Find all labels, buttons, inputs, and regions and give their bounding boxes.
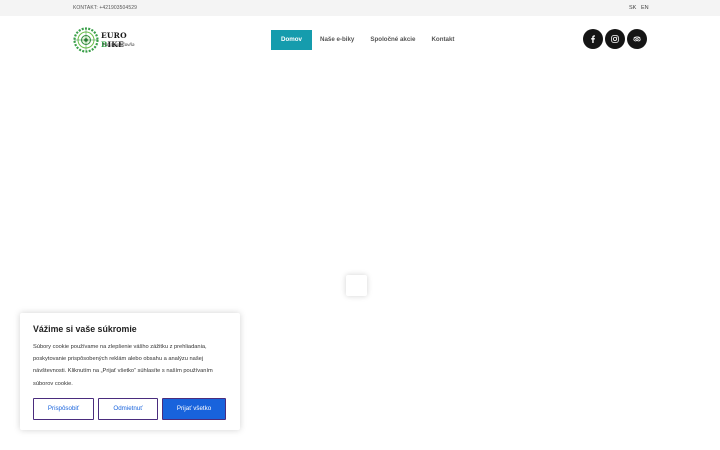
cookie-consent-dialog: Vážime si vaše súkromie Súbory cookie po… [20, 313, 240, 430]
tripadvisor-link[interactable] [627, 29, 647, 49]
nav-item-domov[interactable]: Domov [271, 30, 312, 50]
site-logo[interactable]: EURO BIKE Tvoja požičovňa [73, 27, 148, 53]
tripadvisor-icon [633, 36, 641, 42]
accept-all-button[interactable]: Prijať všetko [162, 398, 226, 420]
facebook-icon [591, 35, 595, 43]
logo-tagline: Tvoja požičovňa [102, 41, 135, 47]
facebook-link[interactable] [583, 29, 603, 49]
language-en[interactable]: EN [641, 5, 649, 11]
nav-item-kontakt[interactable]: Kontakt [423, 30, 462, 50]
reject-button[interactable]: Odmietnuť [98, 398, 158, 420]
nav-item-spolocne-akcie[interactable]: Spoločné akcie [362, 30, 423, 50]
main-nav: Domov Naše e-biky Spoločné akcie Kontakt [271, 30, 462, 50]
top-bar: KONTAKT: +421903504529 SK EN [0, 0, 720, 16]
cookie-text: Súbory cookie používame na zlepšenie váš… [33, 344, 213, 387]
language-sk[interactable]: SK [629, 5, 636, 11]
bike-wheel-logo-icon [73, 27, 99, 53]
instagram-icon [611, 35, 619, 43]
instagram-link[interactable] [605, 29, 625, 49]
contact-phone[interactable]: KONTAKT: +421903504529 [73, 5, 137, 11]
page-loader [346, 275, 367, 296]
cookie-buttons: Prispôsobiť Odmietnuť Prijať všetko [33, 398, 226, 420]
site-header: EURO BIKE Tvoja požičovňa Domov Naše e-b… [0, 16, 720, 64]
nav-item-nase-e-biky[interactable]: Naše e-biky [312, 30, 362, 50]
customize-button[interactable]: Prispôsobiť [33, 398, 94, 420]
cookie-title: Vážime si vaše súkromie [33, 324, 137, 334]
